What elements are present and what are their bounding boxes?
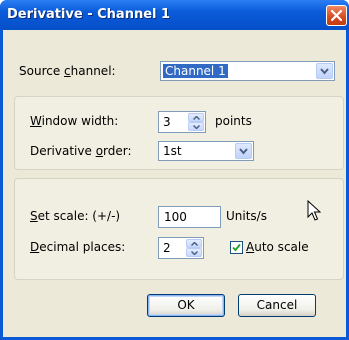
- auto-scale-checkbox[interactable]: [230, 241, 243, 254]
- decimal-places-label: Decimal places:: [30, 240, 126, 254]
- window-width-unit: points: [215, 114, 252, 128]
- checkmark-icon: [232, 243, 241, 252]
- chevron-down-icon: [320, 68, 329, 75]
- window-width-spinner[interactable]: 3: [158, 111, 206, 133]
- source-channel-label: Source channel:: [19, 64, 116, 78]
- smoothing-group: Window width: 3 points Derivative order:…: [14, 96, 344, 170]
- chevron-down-icon: [193, 125, 200, 129]
- chevron-up-icon: [193, 116, 200, 120]
- set-scale-value: 100: [164, 210, 187, 224]
- decimal-places-decrement[interactable]: [186, 248, 202, 257]
- decimal-places-spinner[interactable]: 2: [158, 237, 204, 259]
- display-group: Set scale: (+/-) 100 Units/s Decimal pla…: [14, 178, 344, 280]
- derivative-order-label: Derivative order:: [30, 144, 132, 158]
- window-width-decrement[interactable]: [188, 122, 204, 131]
- close-icon: [331, 10, 342, 21]
- mouse-pointer-icon: [307, 200, 321, 221]
- chevron-down-icon: [239, 148, 248, 155]
- window-title: Derivative - Channel 1: [7, 7, 171, 22]
- cancel-button[interactable]: Cancel: [238, 294, 316, 317]
- close-button[interactable]: [326, 5, 347, 26]
- decimal-places-increment[interactable]: [186, 239, 202, 248]
- set-scale-label: Set scale: (+/-): [30, 209, 121, 223]
- window-width-value: 3: [163, 115, 171, 129]
- window-width-spin-buttons: [188, 113, 204, 131]
- derivative-order-value: 1st: [163, 144, 182, 158]
- set-scale-input[interactable]: 100: [158, 206, 221, 228]
- title-bar[interactable]: Derivative - Channel 1: [0, 0, 349, 30]
- ok-button[interactable]: OK: [147, 294, 225, 317]
- source-channel-dropdown-button[interactable]: [316, 63, 333, 79]
- derivative-order-select[interactable]: 1st: [158, 141, 254, 161]
- dialog-window: Derivative - Channel 1 Source channel: C…: [0, 0, 349, 340]
- window-width-label: Window width:: [30, 114, 119, 128]
- set-scale-unit: Units/s: [226, 209, 267, 223]
- decimal-places-spin-buttons: [186, 239, 202, 257]
- auto-scale-label[interactable]: Auto scale: [246, 240, 309, 254]
- decimal-places-value: 2: [163, 241, 171, 255]
- source-channel-value: Channel 1: [163, 64, 228, 78]
- dialog-client-area: Source channel: Channel 1 Window width: …: [3, 30, 346, 337]
- source-channel-select[interactable]: Channel 1: [160, 61, 335, 81]
- chevron-up-icon: [191, 242, 198, 246]
- chevron-down-icon: [191, 251, 198, 255]
- derivative-order-dropdown-button[interactable]: [235, 143, 252, 159]
- window-width-increment[interactable]: [188, 113, 204, 122]
